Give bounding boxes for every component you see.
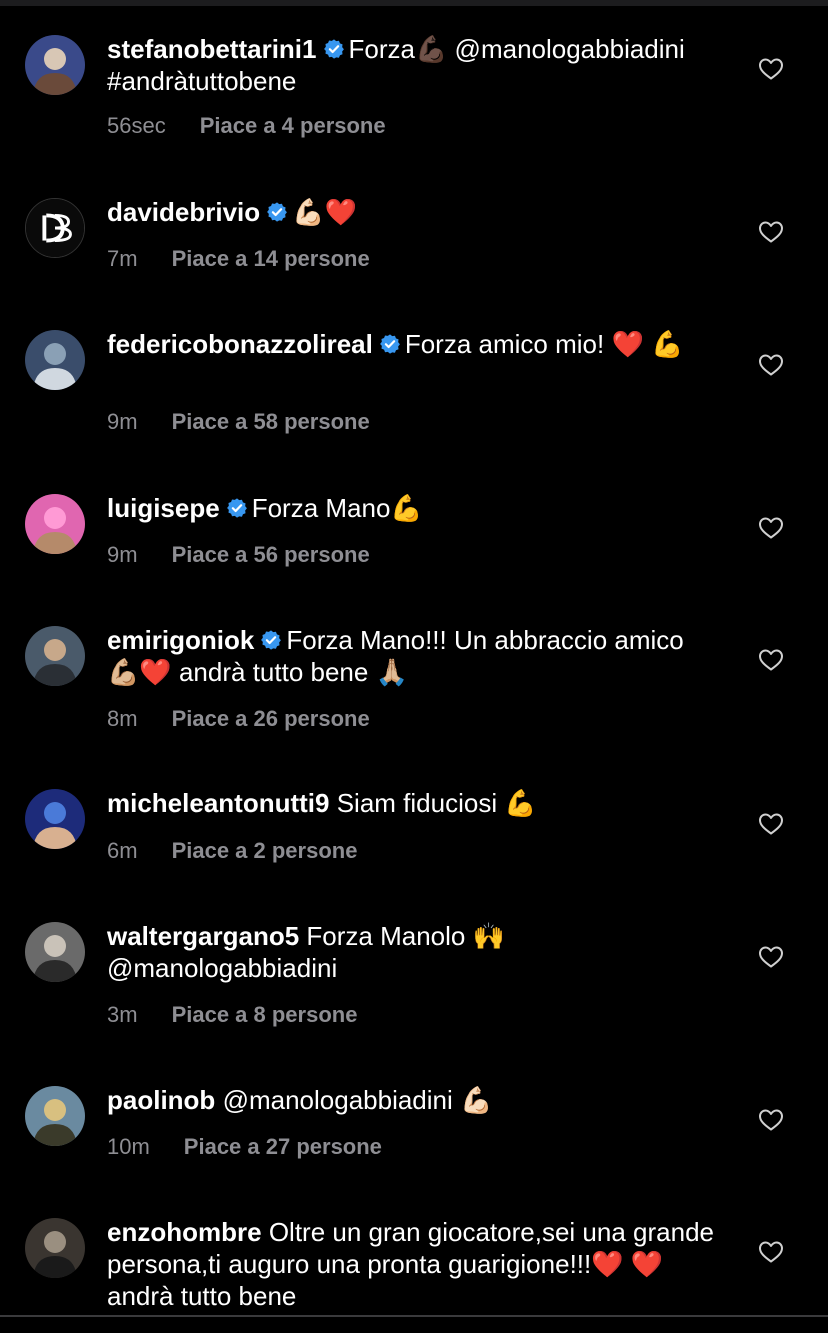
username-link[interactable]: enzohombre xyxy=(107,1217,262,1247)
username-link[interactable]: luigisepe xyxy=(107,493,220,523)
username-link[interactable]: federicobonazzolireal xyxy=(107,329,373,359)
comment-body: stefanobettarini1 Forza💪🏿 @manologabbiadi… xyxy=(107,33,717,97)
likes-count-link[interactable]: Piace a 2 persone xyxy=(172,838,358,864)
avatar[interactable] xyxy=(25,198,85,258)
avatar[interactable] xyxy=(25,789,85,849)
username-link[interactable]: micheleantonutti9 xyxy=(107,788,329,818)
comment-body: waltergargano5 Forza Manolo 🙌 @manologab… xyxy=(107,920,717,984)
comment-body: davidebrivio 💪🏻❤️ xyxy=(107,196,717,228)
comment-body: federicobonazzolireal Forza amico mio! ❤️… xyxy=(107,328,717,360)
username-link[interactable]: paolinob xyxy=(107,1085,215,1115)
comment-meta: 10m Piace a 27 persone xyxy=(107,1134,382,1160)
likes-count-link[interactable]: Piace a 58 persone xyxy=(172,409,370,435)
username-link[interactable]: davidebrivio xyxy=(107,197,260,227)
comment-text: @manologabbiadini 💪🏻 xyxy=(222,1085,493,1115)
top-edge xyxy=(0,0,828,6)
avatar[interactable] xyxy=(25,330,85,390)
likes-count-link[interactable]: Piace a 56 persone xyxy=(172,542,370,568)
username-link[interactable]: emirigoniok xyxy=(107,625,254,655)
like-heart-icon[interactable] xyxy=(758,220,784,244)
timestamp: 9m xyxy=(107,409,138,434)
like-heart-icon[interactable] xyxy=(758,945,784,969)
likes-count-link[interactable]: Piace a 8 persone xyxy=(172,1002,358,1028)
timestamp: 6m xyxy=(107,838,138,863)
comment-meta: 3m Piace a 8 persone xyxy=(107,1002,357,1028)
avatar[interactable] xyxy=(25,1218,85,1278)
timestamp: 7m xyxy=(107,246,138,271)
comment-body: enzohombre Oltre un gran giocatore,sei u… xyxy=(107,1216,717,1312)
comment-meta: 9m Piace a 56 persone xyxy=(107,542,370,568)
avatar[interactable] xyxy=(25,1086,85,1146)
username-link[interactable]: waltergargano5 xyxy=(107,921,299,951)
comment-meta: 7m Piace a 14 persone xyxy=(107,246,370,272)
like-heart-icon[interactable] xyxy=(758,57,784,81)
avatar[interactable] xyxy=(25,626,85,686)
comment-body: paolinob @manologabbiadini 💪🏻 xyxy=(107,1084,717,1116)
comment-body: luigisepe Forza Mano💪 xyxy=(107,492,717,524)
likes-count-link[interactable]: Piace a 14 persone xyxy=(172,246,370,272)
likes-count-link[interactable]: Piace a 4 persone xyxy=(200,113,386,139)
comment-meta: 56sec Piace a 4 persone xyxy=(107,113,386,139)
timestamp: 10m xyxy=(107,1134,150,1159)
timestamp: 56sec xyxy=(107,113,166,138)
avatar[interactable] xyxy=(25,922,85,982)
likes-count-link[interactable]: Piace a 27 persone xyxy=(184,1134,382,1160)
comment-text: Siam fiduciosi 💪 xyxy=(336,788,537,818)
like-heart-icon[interactable] xyxy=(758,812,784,836)
avatar[interactable] xyxy=(25,494,85,554)
comment-body: micheleantonutti9 Siam fiduciosi 💪 xyxy=(107,787,717,819)
avatar[interactable] xyxy=(25,35,85,95)
comment-meta: 8m Piace a 26 persone xyxy=(107,706,370,732)
like-heart-icon[interactable] xyxy=(758,1240,784,1264)
comment-body: emirigoniok Forza Mano!!! Un abbraccio am… xyxy=(107,624,717,688)
username-link[interactable]: stefanobettarini1 xyxy=(107,34,317,64)
verified-badge-icon xyxy=(261,630,282,650)
comment-meta: 9m Piace a 58 persone xyxy=(107,409,370,435)
verified-badge-icon xyxy=(379,334,400,354)
timestamp: 8m xyxy=(107,706,138,731)
verified-badge-icon xyxy=(226,498,247,518)
timestamp: 3m xyxy=(107,1002,138,1027)
like-heart-icon[interactable] xyxy=(758,1108,784,1132)
comment-meta: 6m Piace a 2 persone xyxy=(107,838,357,864)
verified-badge-icon xyxy=(323,39,344,59)
comment-text: Forza amico mio! ❤️ 💪 xyxy=(404,329,684,359)
likes-count-link[interactable]: Piace a 26 persone xyxy=(172,706,370,732)
bottom-divider xyxy=(0,1315,828,1317)
timestamp: 9m xyxy=(107,542,138,567)
comment-text: 💪🏻❤️ xyxy=(292,197,357,227)
like-heart-icon[interactable] xyxy=(758,353,784,377)
comment-text: Forza Mano💪 xyxy=(251,493,423,523)
verified-badge-icon xyxy=(267,202,288,222)
like-heart-icon[interactable] xyxy=(758,648,784,672)
like-heart-icon[interactable] xyxy=(758,516,784,540)
